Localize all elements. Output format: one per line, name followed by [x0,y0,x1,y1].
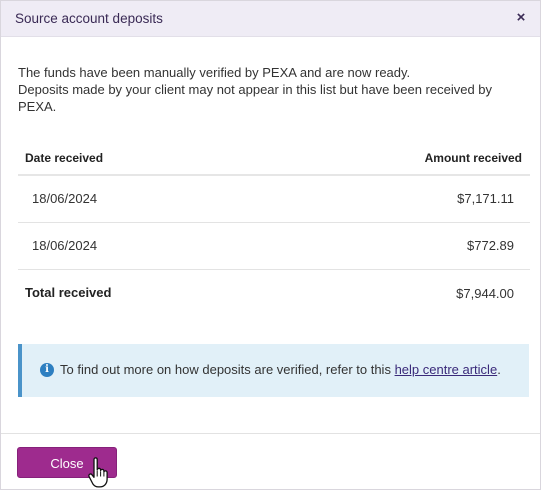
info-text: To find out more on how deposits are ver… [60,362,501,377]
row-date: 18/06/2024 [32,238,98,253]
help-centre-article-link[interactable]: help centre article [395,362,498,377]
info-text-before: To find out more on how deposits are ver… [60,362,395,377]
table-header: Date received Amount received [18,139,530,176]
close-button[interactable]: Close [17,447,117,478]
column-header-amount: Amount received [424,151,522,165]
row-date: 18/06/2024 [32,191,98,206]
info-banner: i To find out more on how deposits are v… [18,344,529,397]
total-label: Total received [25,285,112,300]
info-text-after: . [497,362,501,377]
column-header-date: Date received [25,151,104,165]
info-icon: i [40,363,54,377]
table-row: 18/06/2024 $7,171.11 [18,176,530,223]
row-amount: $772.89 [467,238,514,253]
total-amount: $7,944.00 [456,286,514,301]
close-icon[interactable]: × [512,9,530,27]
dialog-title: Source account deposits [15,11,163,26]
table-row: 18/06/2024 $772.89 [18,223,530,270]
row-amount: $7,171.11 [457,191,514,206]
intro-line-2: Deposits made by your client may not app… [18,82,493,114]
total-row: Total received $7,944.00 [18,270,530,316]
deposits-table: Date received Amount received 18/06/2024… [18,139,530,316]
source-account-deposits-dialog: Source account deposits × The funds have… [0,0,541,490]
intro-text: The funds have been manually verified by… [18,64,518,115]
footer-divider [1,433,540,434]
intro-line-1: The funds have been manually verified by… [18,65,411,80]
dialog-header: Source account deposits × [1,1,540,37]
